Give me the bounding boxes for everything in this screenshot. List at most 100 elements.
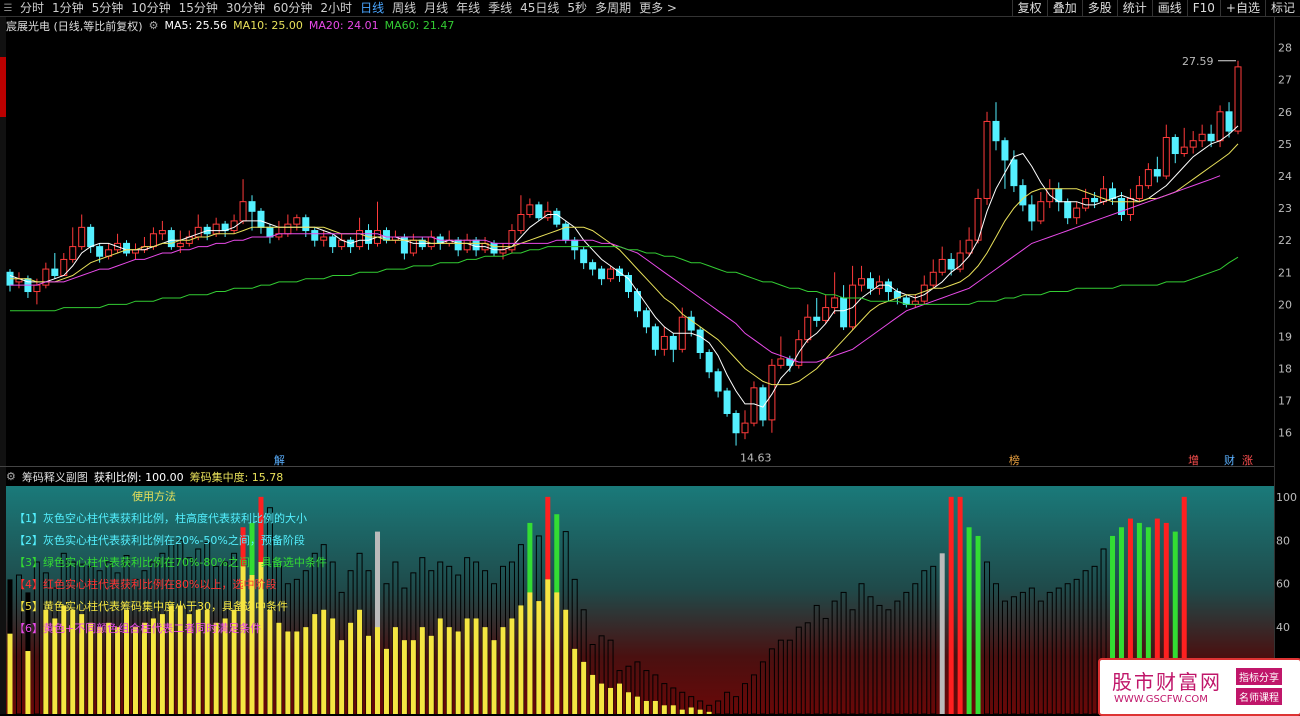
candle xyxy=(687,310,695,337)
candle-body xyxy=(741,422,749,434)
concentration-bar xyxy=(330,618,336,714)
concentration-bar xyxy=(572,648,578,714)
period-tab-10[interactable]: 月线 xyxy=(420,0,452,16)
toolbar-button-0[interactable]: 复权 xyxy=(1011,0,1047,16)
pane-divider[interactable] xyxy=(0,466,1300,467)
period-tab-7[interactable]: 2小时 xyxy=(316,0,356,16)
period-tab-5[interactable]: 30分钟 xyxy=(222,0,269,16)
toolbar-button-5[interactable]: F10 xyxy=(1186,0,1220,16)
candle xyxy=(78,214,86,250)
site-logo[interactable]: 股市财富网 WWW.GSCFW.COM 指标分享 名师课程 xyxy=(1098,658,1300,716)
candle-body xyxy=(947,258,955,270)
candle-body xyxy=(651,326,659,350)
candle xyxy=(158,220,166,241)
price-tick: 23 xyxy=(1278,202,1292,215)
concentration-bar xyxy=(617,683,623,714)
candle xyxy=(275,220,283,241)
concentration-bar xyxy=(679,709,685,714)
axis-labels: 28 27 26 25 24 23 22 21 20 19 18 17 16 100 80 60 40 xyxy=(1276,42,1297,635)
period-tab-8[interactable]: 日线 xyxy=(356,0,388,16)
toolbar-button-2[interactable]: 多股 xyxy=(1081,0,1117,16)
usage-title: 使用方法 xyxy=(132,490,176,503)
candle xyxy=(553,208,561,228)
toolbar-button-3[interactable]: 统计 xyxy=(1116,0,1152,16)
candle-body xyxy=(1180,146,1188,155)
candle-body xyxy=(96,246,104,257)
chip-bar xyxy=(527,522,533,714)
high-price-label: 27.59 xyxy=(1182,55,1214,68)
period-tab-6[interactable]: 60分钟 xyxy=(269,0,316,16)
event-marker: 增 xyxy=(1188,453,1199,466)
period-tab-2[interactable]: 5分钟 xyxy=(88,0,128,16)
period-tab-3[interactable]: 10分钟 xyxy=(127,0,174,16)
candle xyxy=(114,233,122,254)
settings-icon[interactable]: ⚙ xyxy=(149,19,159,32)
chip-bar xyxy=(545,496,551,714)
menu-icon[interactable]: ☰ xyxy=(0,0,16,16)
period-tab-12[interactable]: 季线 xyxy=(484,0,516,16)
candle-body xyxy=(329,236,337,248)
period-tab-13[interactable]: 45日线 xyxy=(516,0,563,16)
period-tab-11[interactable]: 年线 xyxy=(452,0,484,16)
candle-body xyxy=(624,274,632,293)
concentration-bar xyxy=(688,707,694,714)
candle-body xyxy=(356,230,364,248)
toolbar-button-4[interactable]: 画线 xyxy=(1151,0,1187,16)
concentration-bar xyxy=(366,635,372,714)
candle-body xyxy=(517,214,525,232)
period-tab-16[interactable]: 更多 > xyxy=(635,0,681,16)
concentration-bar xyxy=(428,635,434,714)
candle xyxy=(804,304,812,343)
period-tab-9[interactable]: 周线 xyxy=(388,0,420,16)
price-tick: 19 xyxy=(1278,330,1292,343)
candle xyxy=(840,285,848,331)
ma60-label: MA60: 21.47 xyxy=(384,19,455,32)
candle-body xyxy=(714,371,722,392)
kline-chart[interactable]: 27.59 14.63 解 榜 增 财涨 xyxy=(6,34,1274,466)
candle-body xyxy=(320,236,328,241)
candle-body xyxy=(822,307,830,321)
candle xyxy=(580,246,588,270)
candle-body xyxy=(1082,197,1090,209)
candle-body xyxy=(1028,204,1036,222)
period-tab-1[interactable]: 1分钟 xyxy=(48,0,88,16)
toolbar-button-1[interactable]: 叠加 xyxy=(1046,0,1082,16)
candle-body xyxy=(1225,111,1233,132)
main-info-line: 宸展光电 (日线,等比前复权) ⚙ MA5: 25.56 MA10: 25.00… xyxy=(6,17,460,34)
concentration-bar xyxy=(419,627,425,714)
usage-legend: 使用方法 【1】灰色空心柱代表获利比例，柱高度代表获利比例的大小 【2】灰色实心… xyxy=(14,486,327,640)
period-tab-15[interactable]: 多周期 xyxy=(591,0,635,16)
toolbar-button-6[interactable]: +自选 xyxy=(1219,0,1265,16)
concentration-bar xyxy=(392,627,398,714)
candle xyxy=(382,227,390,244)
concentration-bar xyxy=(536,601,542,714)
period-tab-0[interactable]: 分时 xyxy=(16,0,48,16)
logo-name: 股市财富网 xyxy=(1112,670,1222,694)
chip-bar xyxy=(966,527,972,714)
candle xyxy=(938,246,946,276)
stock-title: 宸展光电 (日线,等比前复权) xyxy=(6,19,143,33)
candle xyxy=(669,333,677,363)
candle xyxy=(1153,156,1161,183)
candle-body xyxy=(176,242,184,248)
concentration-bar xyxy=(608,687,614,714)
period-tab-4[interactable]: 15分钟 xyxy=(175,0,222,16)
candle xyxy=(131,243,139,260)
candle xyxy=(920,275,928,305)
toolbar-button-7[interactable]: 标记 xyxy=(1264,0,1300,16)
concentration-bar xyxy=(383,648,389,714)
candle-body xyxy=(831,297,839,309)
price-tick: 21 xyxy=(1278,266,1292,279)
candle xyxy=(33,278,41,305)
concentration-bar xyxy=(661,705,667,714)
candle-body xyxy=(194,226,202,238)
candle-body xyxy=(463,239,471,251)
settings-icon[interactable]: ⚙ xyxy=(6,470,16,483)
concentration-bar xyxy=(509,618,515,714)
candle xyxy=(696,326,704,359)
candle-body xyxy=(696,329,704,354)
period-tab-14[interactable]: 5秒 xyxy=(563,0,591,16)
candle-body xyxy=(1171,136,1179,155)
price-tick: 26 xyxy=(1278,106,1292,119)
concentration-bar xyxy=(599,683,605,714)
